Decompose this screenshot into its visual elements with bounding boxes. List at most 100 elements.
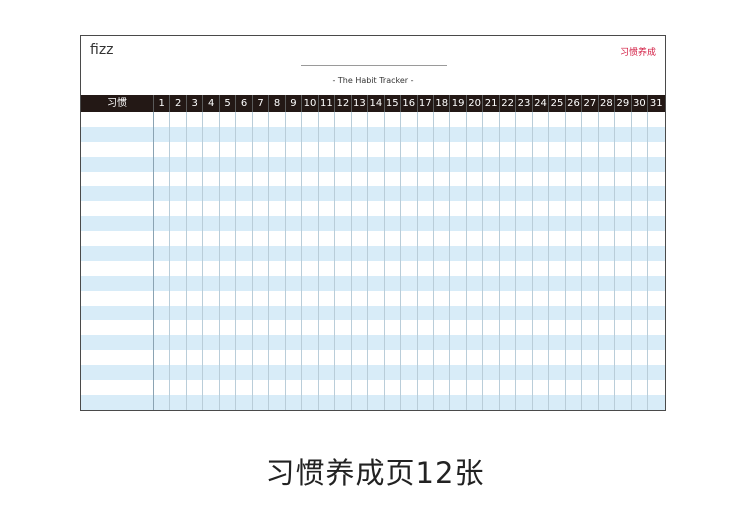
day-check-cell[interactable] [170,290,187,306]
habit-name-cell[interactable] [81,305,154,321]
day-check-cell[interactable] [187,156,204,172]
day-check-cell[interactable] [434,171,451,187]
day-check-cell[interactable] [286,275,303,291]
day-check-cell[interactable] [500,201,517,217]
day-check-cell[interactable] [385,305,402,321]
day-check-cell[interactable] [368,380,385,395]
day-check-cell[interactable] [450,126,467,142]
day-check-cell[interactable] [269,112,286,127]
day-check-cell[interactable] [286,350,303,366]
day-check-cell[interactable] [615,350,632,366]
day-check-cell[interactable] [319,305,336,321]
day-check-cell[interactable] [286,320,303,336]
day-check-cell[interactable] [483,201,500,217]
day-check-cell[interactable] [236,350,253,366]
day-check-cell[interactable] [582,305,599,321]
day-check-cell[interactable] [467,246,484,261]
day-check-cell[interactable] [467,126,484,142]
day-check-cell[interactable] [170,156,187,172]
day-check-cell[interactable] [599,260,616,276]
day-check-cell[interactable] [418,231,434,247]
day-check-cell[interactable] [302,365,319,381]
habit-name-cell[interactable] [81,201,154,217]
day-check-cell[interactable] [500,275,517,291]
day-check-cell[interactable] [319,380,336,395]
day-check-cell[interactable] [533,171,550,187]
day-check-cell[interactable] [450,394,467,410]
day-check-cell[interactable] [236,275,253,291]
day-check-cell[interactable] [269,126,286,142]
day-check-cell[interactable] [599,305,616,321]
day-check-cell[interactable] [566,365,583,381]
day-check-cell[interactable] [170,201,187,217]
habit-name-cell[interactable] [81,186,154,202]
day-check-cell[interactable] [434,231,451,247]
day-check-cell[interactable] [269,231,286,247]
day-check-cell[interactable] [500,394,517,410]
day-check-cell[interactable] [516,320,533,336]
day-check-cell[interactable] [319,141,336,157]
day-check-cell[interactable] [500,290,517,306]
day-check-cell[interactable] [236,320,253,336]
day-check-cell[interactable] [203,260,220,276]
day-check-cell[interactable] [302,275,319,291]
day-check-cell[interactable] [483,335,500,351]
day-check-cell[interactable] [236,171,253,187]
day-check-cell[interactable] [533,380,550,395]
day-check-cell[interactable] [335,112,352,127]
day-check-cell[interactable] [319,320,336,336]
day-check-cell[interactable] [187,216,204,232]
day-check-cell[interactable] [516,335,533,351]
day-check-cell[interactable] [253,305,270,321]
day-check-cell[interactable] [434,350,451,366]
day-check-cell[interactable] [483,305,500,321]
day-check-cell[interactable] [187,186,204,202]
day-check-cell[interactable] [483,275,500,291]
day-check-cell[interactable] [335,201,352,217]
day-check-cell[interactable] [533,290,550,306]
day-check-cell[interactable] [352,246,369,261]
day-check-cell[interactable] [450,335,467,351]
day-check-cell[interactable] [187,380,204,395]
day-check-cell[interactable] [319,126,336,142]
day-check-cell[interactable] [632,305,649,321]
habit-name-cell[interactable] [81,290,154,306]
day-check-cell[interactable] [236,365,253,381]
day-check-cell[interactable] [599,126,616,142]
day-check-cell[interactable] [319,156,336,172]
day-check-cell[interactable] [566,156,583,172]
day-check-cell[interactable] [582,231,599,247]
day-check-cell[interactable] [549,350,566,366]
day-check-cell[interactable] [368,394,385,410]
day-check-cell[interactable] [533,320,550,336]
day-check-cell[interactable] [368,365,385,381]
day-check-cell[interactable] [483,171,500,187]
day-check-cell[interactable] [599,231,616,247]
day-check-cell[interactable] [467,156,484,172]
day-check-cell[interactable] [253,260,270,276]
day-check-cell[interactable] [368,112,385,127]
day-check-cell[interactable] [533,365,550,381]
day-check-cell[interactable] [434,141,451,157]
day-check-cell[interactable] [220,394,237,410]
day-check-cell[interactable] [187,350,204,366]
day-check-cell[interactable] [302,156,319,172]
day-check-cell[interactable] [566,290,583,306]
day-check-cell[interactable] [615,112,632,127]
day-check-cell[interactable] [450,112,467,127]
day-check-cell[interactable] [500,320,517,336]
day-check-cell[interactable] [203,141,220,157]
day-check-cell[interactable] [319,186,336,202]
day-check-cell[interactable] [648,142,664,157]
day-check-cell[interactable] [549,320,566,336]
day-check-cell[interactable] [236,335,253,351]
day-check-cell[interactable] [648,320,664,335]
habit-name-cell[interactable] [81,231,154,247]
day-check-cell[interactable] [236,216,253,232]
day-check-cell[interactable] [582,380,599,395]
day-check-cell[interactable] [269,260,286,276]
day-check-cell[interactable] [516,126,533,142]
day-check-cell[interactable] [286,186,303,202]
day-check-cell[interactable] [286,260,303,276]
day-check-cell[interactable] [599,275,616,291]
